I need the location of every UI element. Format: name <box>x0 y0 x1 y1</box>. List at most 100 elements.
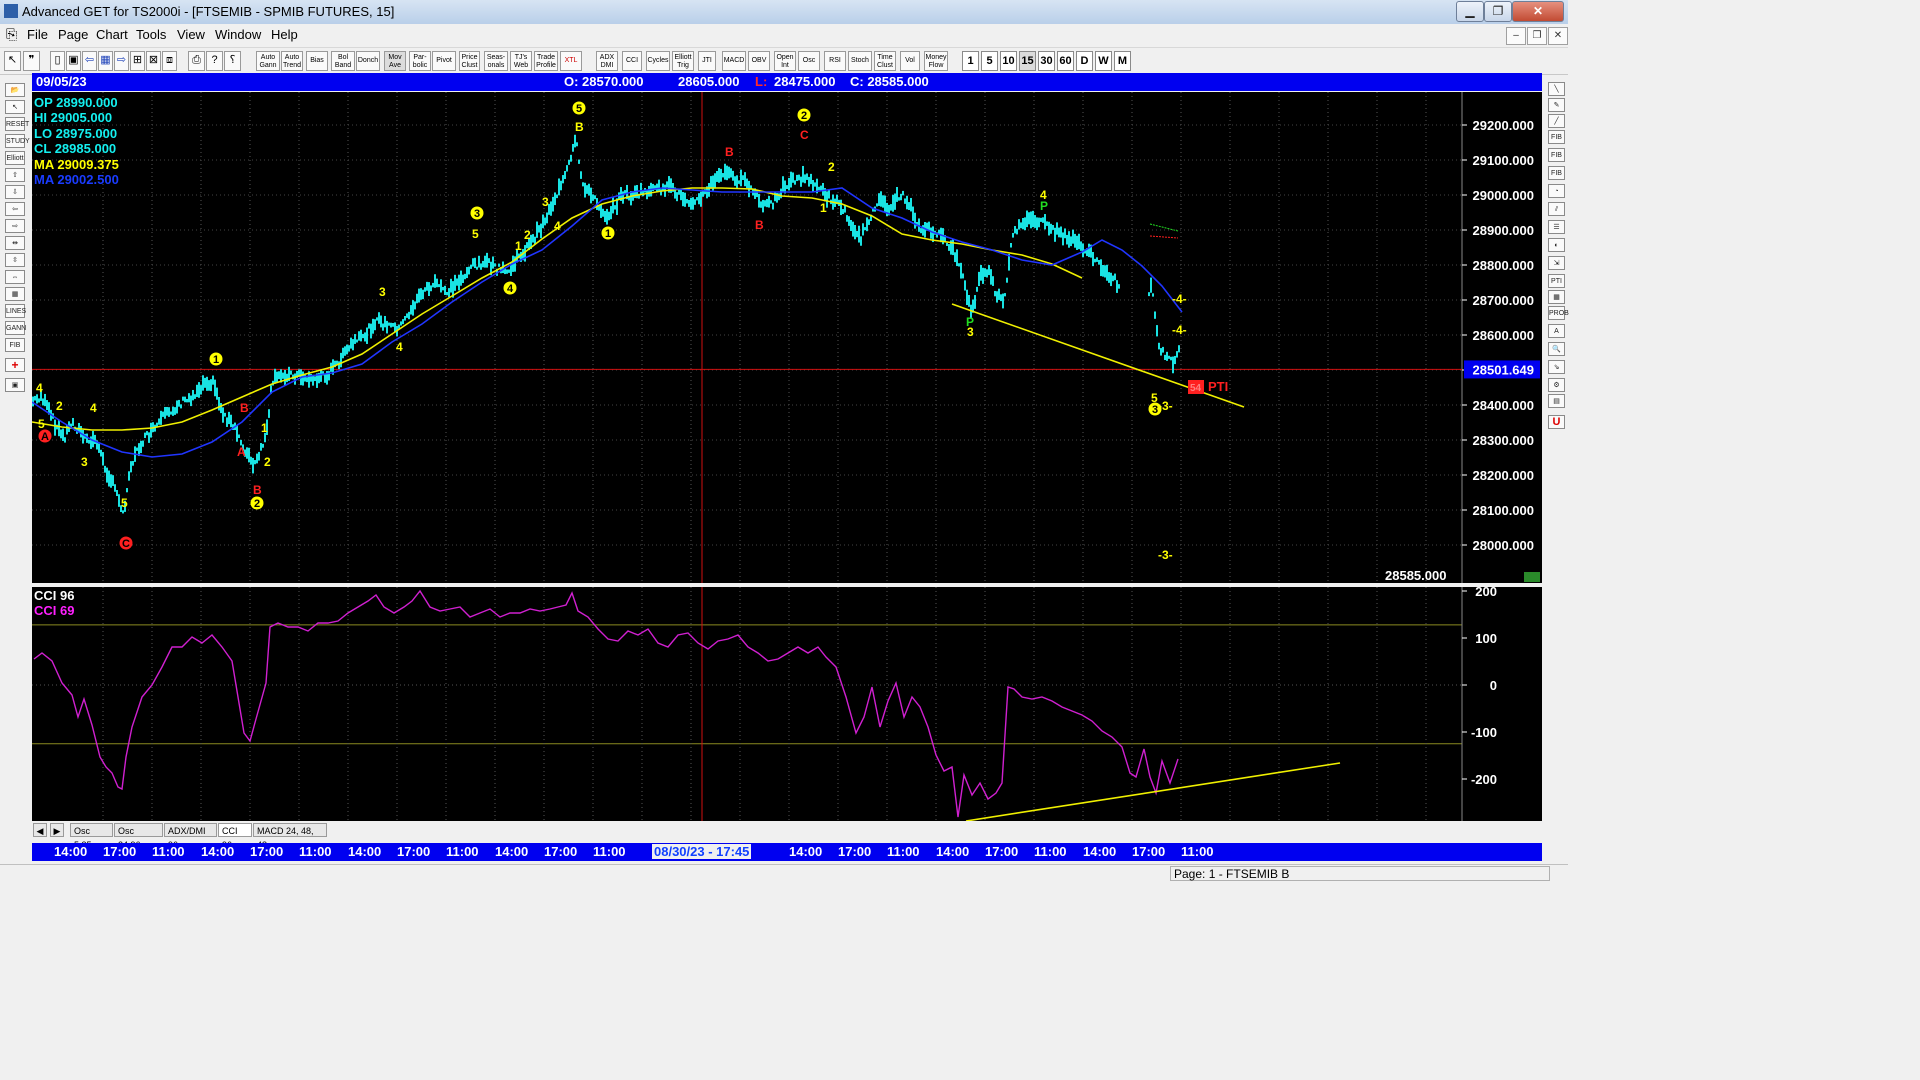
study-elliott-trig-button[interactable]: Elliott Trig <box>672 51 694 71</box>
list-tool-icon[interactable]: ▤ <box>1548 394 1565 408</box>
maximize-button[interactable]: ❐ <box>1484 1 1512 22</box>
timeframe-30-button[interactable]: 30 <box>1038 51 1055 71</box>
pointer-icon[interactable]: ↖ <box>5 100 25 114</box>
study-macd-button[interactable]: MACD <box>722 51 746 71</box>
tab-osc-24-96[interactable]: Osc 24,96 <box>114 823 163 850</box>
cci-canvas[interactable]: 200 100 0 -100 -200 <box>32 587 1542 821</box>
study-cycles-button[interactable]: Cycles <box>646 51 670 71</box>
quote-icon[interactable]: ❞ <box>23 51 40 71</box>
timeframe-1-button[interactable]: 1 <box>962 51 979 71</box>
regression-tool-icon[interactable]: ☰ <box>1548 220 1565 234</box>
elliott-icon[interactable]: Elliott <box>5 151 25 165</box>
pti-tool-icon[interactable]: PTI <box>1548 274 1565 288</box>
study-par-bolic-button[interactable]: Par-bolic <box>409 51 431 71</box>
copy-page-icon[interactable]: ▣ <box>66 51 81 71</box>
menu-tools[interactable]: Tools <box>136 27 166 42</box>
price-chart[interactable]: 29200.000 29100.000 29000.000 28900.000 2880… <box>32 92 1542 583</box>
pencil-tool-icon[interactable]: ✎ <box>1548 98 1565 112</box>
channel-tool-icon[interactable]: ⫽ <box>1548 202 1565 216</box>
timeframe-W-button[interactable]: W <box>1095 51 1112 71</box>
fan-tool-icon[interactable]: ◔ <box>1548 184 1565 198</box>
study-auto-trend-button[interactable]: Auto Trend <box>281 51 303 71</box>
study-auto-gann-button[interactable]: Auto Gann <box>256 51 280 71</box>
line-tool-icon[interactable]: ╲ <box>1548 82 1565 96</box>
scroll-left-icon[interactable]: ⇦ <box>5 202 25 216</box>
timeframe-60-button[interactable]: 60 <box>1057 51 1074 71</box>
measure-tool-icon[interactable]: ⇘ <box>1548 360 1565 374</box>
help-icon[interactable]: ? <box>206 51 223 71</box>
study-osc-button[interactable]: Osc <box>798 51 820 71</box>
study-rsi-button[interactable]: RSI <box>824 51 846 71</box>
study-cci-button[interactable]: CCI <box>622 51 642 71</box>
scroll-right-icon[interactable]: ⇨ <box>5 219 25 233</box>
grid-toggle-icon[interactable]: ▦ <box>5 287 25 301</box>
print-icon[interactable]: ⎙ <box>188 51 205 71</box>
undo-icon[interactable]: U <box>1548 415 1565 429</box>
study-stoch-button[interactable]: Stoch <box>848 51 872 71</box>
menu-page[interactable]: Page <box>58 27 88 42</box>
menu-help[interactable]: Help <box>271 27 298 42</box>
ellipse-tool-icon[interactable]: ◐ <box>1548 238 1565 252</box>
zoom-icon[interactable]: ⇔ <box>5 270 25 284</box>
forward-icon[interactable]: ⇨ <box>114 51 129 71</box>
timeframe-15-button[interactable]: 15 <box>1019 51 1036 71</box>
tab-adx-dmi[interactable]: ADX/DMI 96 <box>164 823 217 850</box>
probability-tool-icon[interactable]: PROB <box>1548 306 1569 320</box>
study-vol-button[interactable]: Vol <box>900 51 920 71</box>
timeframe-M-button[interactable]: M <box>1114 51 1131 71</box>
fib-ext-icon[interactable]: FIB <box>1548 148 1565 162</box>
price-chart-canvas[interactable]: 29200.000 29100.000 29000.000 28900.000 2880… <box>32 92 1542 583</box>
fib-icon[interactable]: FIB <box>5 338 25 352</box>
delete-icon[interactable]: ⊠ <box>146 51 161 71</box>
text-tool-icon[interactable]: A <box>1548 324 1565 338</box>
study-obv-button[interactable]: OBV <box>748 51 770 71</box>
new-page-icon[interactable]: ▯ <box>50 51 65 71</box>
timeframe-5-button[interactable]: 5 <box>981 51 998 71</box>
study-bias-button[interactable]: Bias <box>306 51 328 71</box>
study-adx-dmi-button[interactable]: ADX DMI <box>596 51 618 71</box>
study-open-int-button[interactable]: Open Int <box>774 51 796 71</box>
scroll-up-icon[interactable]: ⇧ <box>5 168 25 182</box>
arrow-tool-icon[interactable]: ⇲ <box>1548 256 1565 270</box>
magnify-tool-icon[interactable]: 🔍 <box>1548 342 1565 356</box>
expand-icon[interactable]: ⇳ <box>5 253 25 267</box>
study-icon[interactable]: STUDY <box>5 134 30 148</box>
study-price-clust-button[interactable]: Price Clust <box>459 51 480 71</box>
study-mov-ave-button[interactable]: Mov Ave <box>384 51 406 71</box>
trend-tool-icon[interactable]: ╱ <box>1548 114 1565 128</box>
mdi-minimize-button[interactable]: ‒ <box>1506 27 1526 45</box>
study-xtl-button[interactable]: XTL <box>560 51 582 71</box>
study-time-clust-button[interactable]: Time Clust <box>874 51 896 71</box>
back-icon[interactable]: ⇦ <box>82 51 97 71</box>
study-pivot-button[interactable]: Pivot <box>432 51 456 71</box>
fib-ret-icon[interactable]: FIB <box>1548 130 1565 144</box>
timeframe-D-button[interactable]: D <box>1076 51 1093 71</box>
study-jti-button[interactable]: JTI <box>698 51 716 71</box>
chart-nav-icon[interactable]: ▦ <box>98 51 113 71</box>
grid-tool-icon[interactable]: ▦ <box>1548 290 1565 304</box>
open-folder-icon[interactable]: 📂 <box>5 83 25 97</box>
pointer-tool-icon[interactable]: ↖ <box>4 51 21 71</box>
menu-chart[interactable]: Chart <box>96 27 128 42</box>
grid-icon[interactable]: ⊞ <box>130 51 145 71</box>
timeframe-10-button[interactable]: 10 <box>1000 51 1017 71</box>
study-donch-button[interactable]: Donch <box>356 51 380 71</box>
scroll-down-icon[interactable]: ⇩ <box>5 185 25 199</box>
study-money-flow-button[interactable]: Money Flow <box>924 51 948 71</box>
menu-window[interactable]: Window <box>215 27 261 42</box>
snapshot-icon[interactable]: ▣ <box>5 378 25 392</box>
study-tj-s-web-button[interactable]: TJ's Web <box>510 51 532 71</box>
tab-scroll-right[interactable]: ▶ <box>50 823 64 837</box>
mdi-close-button[interactable]: ✕ <box>1548 27 1568 45</box>
document-icon[interactable]: ⎘ <box>6 26 17 43</box>
cci-oscillator-panel[interactable]: 200 100 0 -100 -200 CCI 96 CCI 69 <box>32 587 1542 821</box>
menu-file[interactable]: File <box>27 27 48 42</box>
tab-macd[interactable]: MACD 24, 48, 48 <box>253 823 327 850</box>
layout-icon[interactable]: ⧈ <box>162 51 177 71</box>
tab-osc-5-35[interactable]: Osc 5,35 <box>70 823 113 850</box>
reset-icon[interactable]: RESET <box>5 117 29 131</box>
minimize-button[interactable]: ▁ <box>1456 1 1484 22</box>
menu-view[interactable]: View <box>177 27 205 42</box>
close-button[interactable]: ✕ <box>1512 1 1564 22</box>
fib-time-icon[interactable]: FIB <box>1548 166 1565 180</box>
